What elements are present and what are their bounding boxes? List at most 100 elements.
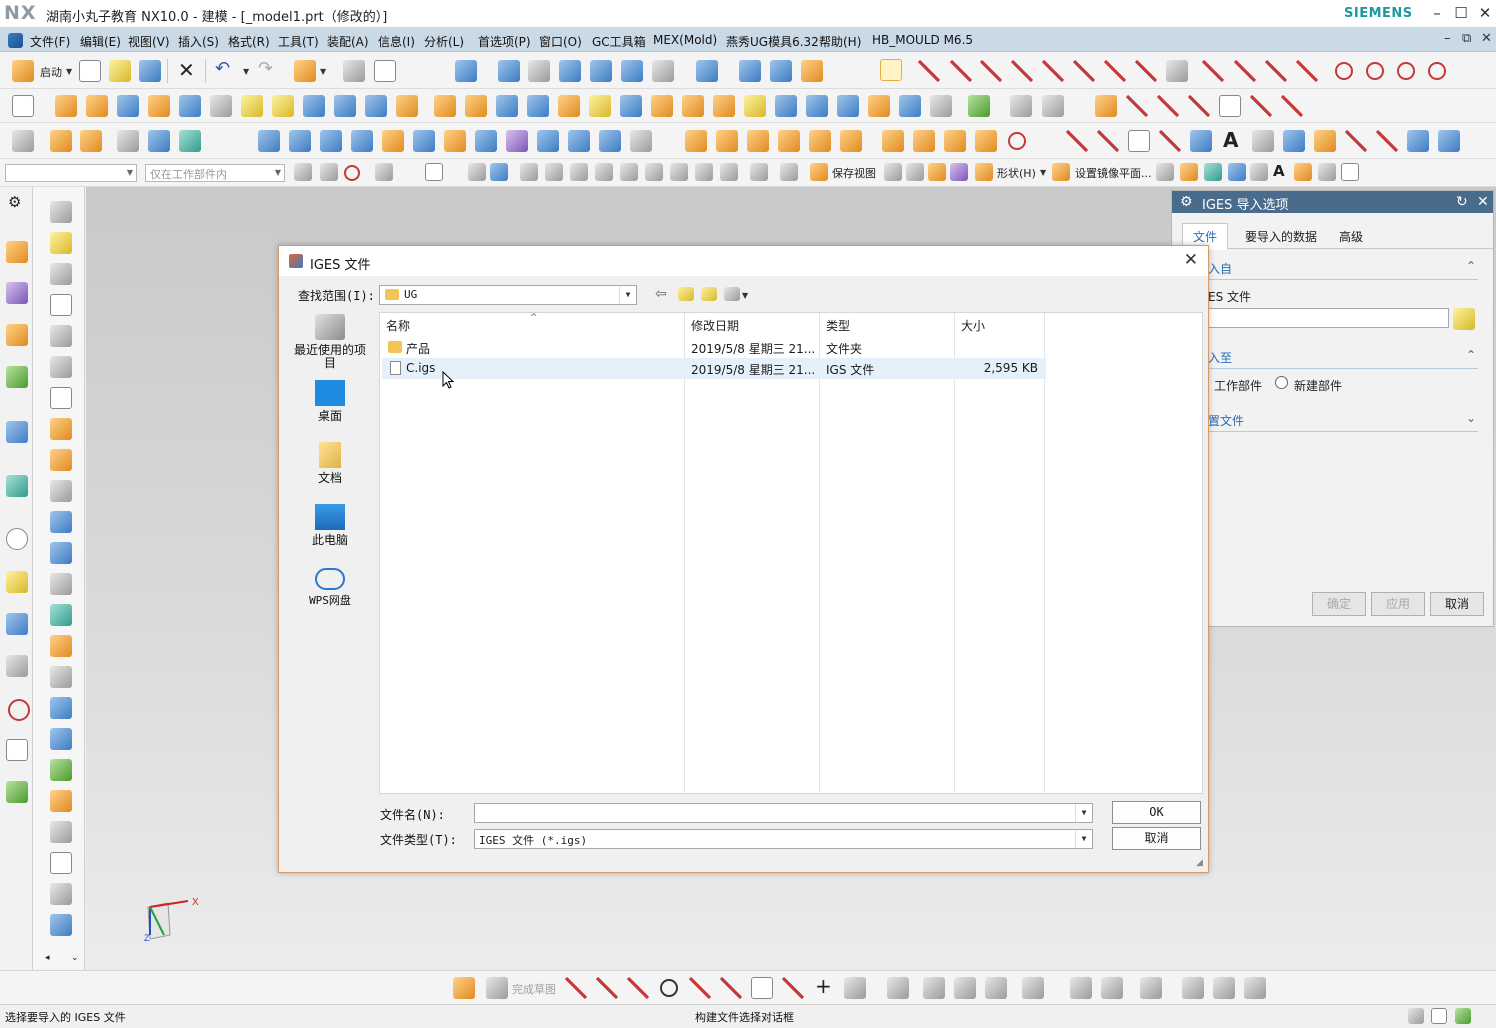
explode-icon[interactable] [179, 130, 201, 152]
auto-constrain-icon[interactable] [1140, 977, 1162, 999]
web-browser-icon[interactable] [6, 475, 28, 497]
trim-body-icon[interactable] [496, 95, 518, 117]
move-face-icon[interactable] [837, 95, 859, 117]
menu-info[interactable]: 信息(I) [378, 33, 415, 50]
palette-bolt-icon[interactable] [50, 511, 72, 533]
palette-tools-icon[interactable] [50, 418, 72, 440]
constraint-nav-icon[interactable] [6, 324, 28, 346]
book-open-icon[interactable] [599, 130, 621, 152]
circle-point-icon[interactable] [1428, 62, 1446, 80]
mirror-curve-icon[interactable] [1182, 977, 1204, 999]
pipe-icon[interactable] [1283, 130, 1305, 152]
ruler-icon[interactable] [780, 163, 798, 181]
chamfer-curve-icon[interactable] [1234, 60, 1256, 82]
doc-minimize-button[interactable]: – [1444, 31, 1451, 46]
palette-slider-icon[interactable] [50, 604, 72, 626]
curve-edit-icon[interactable] [1135, 60, 1157, 82]
measure-icon[interactable] [1095, 95, 1117, 117]
quick-extend-icon[interactable] [923, 977, 945, 999]
place-documents[interactable]: 文档 [289, 442, 371, 485]
menu-file[interactable]: 文件(F) [30, 33, 70, 50]
select-feature-icon[interactable] [375, 163, 393, 181]
chamfer-icon[interactable] [589, 95, 611, 117]
extract-icon[interactable] [930, 95, 952, 117]
browse-folder-icon[interactable] [1453, 308, 1475, 330]
chevron-down-icon[interactable]: ▼ [66, 67, 72, 76]
nx5-icon[interactable] [148, 95, 170, 117]
spline-icon[interactable] [1073, 60, 1095, 82]
window-icon[interactable] [374, 60, 396, 82]
extend-sheet-icon[interactable] [537, 130, 559, 152]
orient-view-icon[interactable] [696, 60, 718, 82]
mate-icon[interactable] [148, 130, 170, 152]
view-menu-icon[interactable] [724, 287, 740, 301]
filter-icon[interactable] [294, 163, 312, 181]
palette-pocket-icon[interactable] [50, 790, 72, 812]
palette-gate-icon[interactable] [50, 666, 72, 688]
info-icon[interactable] [6, 421, 28, 443]
status-cube-icon[interactable] [1408, 1008, 1424, 1024]
shape-icon[interactable] [975, 163, 993, 181]
chevron-down-icon[interactable]: ▼ [320, 67, 326, 76]
menu-yanxiu[interactable]: 燕秀UG模具6.32 [726, 33, 819, 50]
file-row[interactable]: C.igs 2019/5/8 星期三 21... IGS 文件 2,595 KB [382, 358, 1046, 379]
mid-point-icon[interactable] [545, 163, 563, 181]
save-icon[interactable] [139, 60, 161, 82]
sketch-line-icon[interactable] [1097, 130, 1119, 152]
curve-icon[interactable] [1104, 60, 1126, 82]
split-body-icon[interactable] [527, 95, 549, 117]
corner-icon[interactable] [950, 60, 972, 82]
gear-icon[interactable]: ⚙ [8, 193, 21, 211]
tab-data-to-import[interactable]: 要导入的数据 [1234, 223, 1328, 250]
section-import-from[interactable]: 入自 [1208, 260, 1232, 277]
offset-icon[interactable] [844, 977, 866, 999]
option-new-part[interactable]: 新建部件 [1294, 377, 1342, 394]
ejector-icon[interactable] [1008, 132, 1026, 150]
intersect-curve-icon[interactable] [1157, 95, 1179, 117]
patch-icon[interactable] [899, 95, 921, 117]
point-icon[interactable] [468, 163, 486, 181]
status-globe-icon[interactable] [1455, 1008, 1471, 1024]
cancel-button[interactable]: 取消 [1112, 827, 1201, 850]
palette-lifter-icon[interactable] [50, 635, 72, 657]
dimension-icon[interactable] [1070, 977, 1092, 999]
task-navigator-icon[interactable] [6, 781, 28, 803]
shape-menu[interactable]: 形状(H) [997, 165, 1036, 181]
edge-blend-icon[interactable] [558, 95, 580, 117]
sew-icon[interactable] [868, 95, 890, 117]
box-icon[interactable] [1294, 163, 1312, 181]
cylinder-icon[interactable] [303, 95, 325, 117]
command-finder-icon[interactable] [294, 60, 316, 82]
view-cube-icon[interactable] [739, 60, 761, 82]
section-import-to[interactable]: 入至 [1208, 349, 1232, 366]
intersect-body-icon[interactable] [775, 95, 797, 117]
column-type[interactable]: 类型 [826, 317, 850, 334]
mesh-surface-icon[interactable] [320, 130, 342, 152]
datum-csys-icon[interactable] [1042, 95, 1064, 117]
menu-mex-mold[interactable]: MEX(Mold) [653, 33, 717, 47]
isoparametric-icon[interactable] [1188, 95, 1210, 117]
section-settings-file[interactable]: 置文件 [1208, 412, 1244, 429]
process-studio-icon[interactable] [6, 613, 28, 635]
pan-icon[interactable] [590, 60, 612, 82]
render-style-icon[interactable] [652, 60, 674, 82]
cavity-layout-icon[interactable] [840, 130, 862, 152]
tube-icon[interactable] [117, 95, 139, 117]
curve-network-icon[interactable] [1345, 130, 1367, 152]
save-view-icon[interactable] [810, 163, 828, 181]
distance-icon[interactable] [906, 163, 924, 181]
menu-assembly[interactable]: 装配(A) [327, 33, 369, 50]
palette-stack-icon[interactable] [50, 449, 72, 471]
redo-icon[interactable]: ↷ [258, 58, 273, 79]
trim-sheet-icon[interactable] [506, 130, 528, 152]
angle-icon[interactable] [928, 163, 946, 181]
workpiece-icon[interactable] [809, 130, 831, 152]
iges-file-input[interactable] [1208, 308, 1449, 328]
doc-close-button[interactable]: ✕ [1481, 31, 1492, 46]
place-desktop[interactable]: 桌面 [289, 380, 371, 423]
close-icon[interactable]: ✕ [1477, 194, 1489, 210]
circle-icon[interactable] [1335, 62, 1353, 80]
polygon-icon[interactable] [782, 977, 804, 999]
revolve-icon[interactable] [86, 95, 108, 117]
menu-gc-toolbox[interactable]: GC工具箱 [592, 33, 646, 50]
